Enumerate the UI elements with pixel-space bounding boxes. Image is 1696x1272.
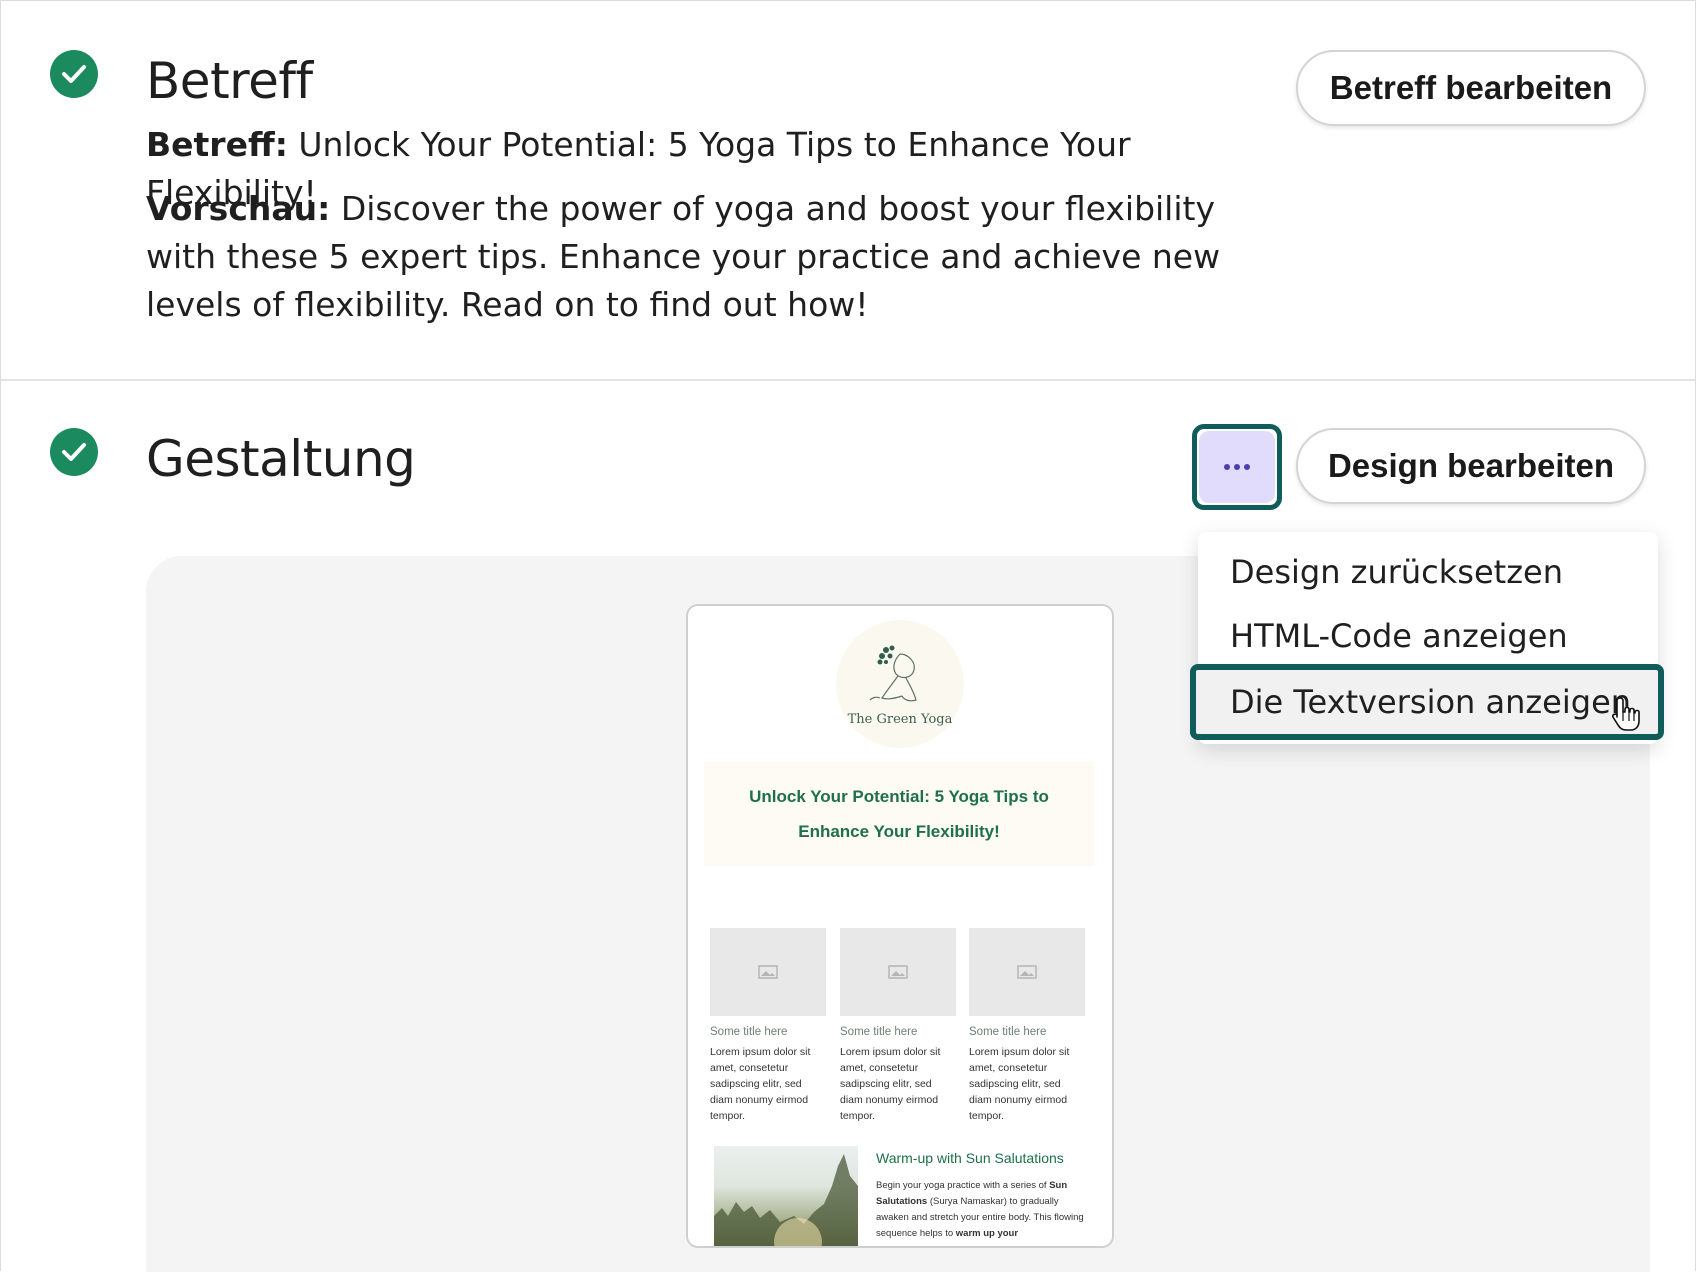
card-title: Some title here bbox=[710, 1026, 788, 1038]
card-body: Lorem ipsum dolor sit amet, consetetur s… bbox=[710, 1046, 811, 1122]
card-body: Lorem ipsum dolor sit amet, consetetur s… bbox=[969, 1046, 1070, 1122]
subject-complete-check-icon bbox=[50, 50, 98, 98]
image-placeholder-icon bbox=[840, 928, 956, 1016]
menu-item-show-text-version[interactable]: Die Textversion anzeigen bbox=[1190, 664, 1664, 740]
subject-section-title: Betreff bbox=[146, 52, 313, 110]
preview-text: Vorschau: Discover the power of yoga and… bbox=[146, 185, 1226, 329]
feature-body: Begin your yoga practice with a series o… bbox=[876, 1178, 1088, 1242]
menu-item-reset-design[interactable]: Design zurücksetzen bbox=[1198, 540, 1658, 604]
email-hero-title: Unlock Your Potential: 5 Yoga Tips to En… bbox=[749, 787, 1049, 841]
edit-design-button[interactable]: Design bearbeiten bbox=[1296, 428, 1646, 504]
email-preview: The Green Yoga Unlock Your Potential: 5 … bbox=[686, 604, 1114, 1248]
more-horizontal-icon bbox=[1199, 431, 1275, 503]
image-placeholder-icon bbox=[969, 928, 1085, 1016]
content-card: Some title here Lorem ipsum dolor sit am… bbox=[710, 928, 826, 1124]
card-body: Lorem ipsum dolor sit amet, consetetur s… bbox=[840, 1046, 941, 1122]
hand-pointer-icon bbox=[1612, 697, 1640, 731]
design-section-title: Gestaltung bbox=[146, 430, 416, 488]
menu-item-show-html[interactable]: HTML-Code anzeigen bbox=[1198, 604, 1658, 668]
preview-label: Vorschau: bbox=[146, 189, 331, 228]
edit-subject-button[interactable]: Betreff bearbeiten bbox=[1296, 50, 1646, 126]
section-divider bbox=[1, 379, 1695, 381]
feature-title: Warm-up with Sun Salutations bbox=[876, 1150, 1064, 1166]
content-card: Some title here Lorem ipsum dolor sit am… bbox=[840, 928, 956, 1124]
content-card: Some title here Lorem ipsum dolor sit am… bbox=[969, 928, 1085, 1124]
card-title: Some title here bbox=[969, 1026, 1047, 1038]
card-title: Some title here bbox=[840, 1026, 918, 1038]
brand-logo: The Green Yoga bbox=[836, 620, 964, 748]
image-placeholder-icon bbox=[710, 928, 826, 1016]
feature-image bbox=[714, 1146, 858, 1246]
subject-label: Betreff: bbox=[146, 125, 288, 164]
brand-logo-text: The Green Yoga bbox=[847, 712, 953, 727]
design-complete-check-icon bbox=[50, 428, 98, 476]
more-options-button[interactable] bbox=[1192, 424, 1282, 510]
feature-body-bold: warm up your bbox=[955, 1228, 1019, 1239]
email-hero: Unlock Your Potential: 5 Yoga Tips to En… bbox=[704, 762, 1094, 866]
more-options-menu: Design zurücksetzen HTML-Code anzeigen D… bbox=[1190, 532, 1664, 744]
feature-body-text: Begin your yoga practice with a series o… bbox=[876, 1180, 1050, 1191]
